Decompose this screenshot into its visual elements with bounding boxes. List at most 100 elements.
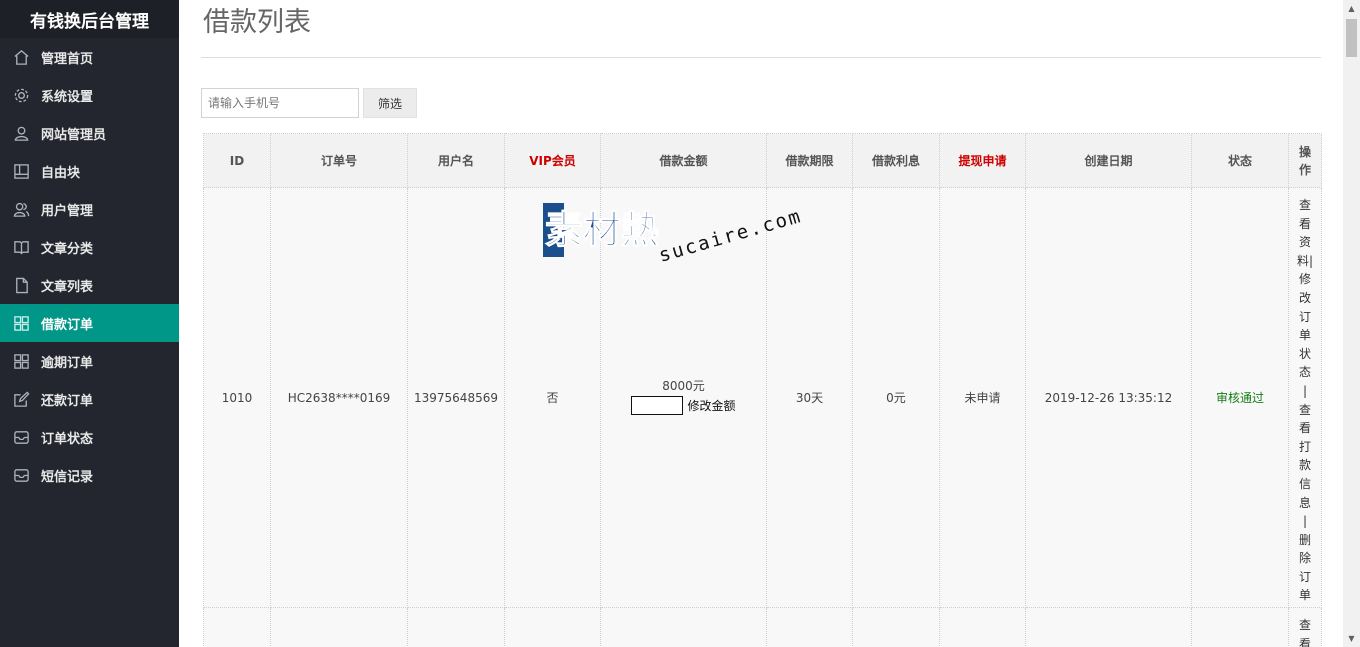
op-link-char[interactable]: 态: [1289, 363, 1321, 382]
amount-input[interactable]: [631, 396, 684, 415]
sidebar-item-6[interactable]: 文章分类: [0, 228, 179, 266]
col-header-id: ID: [203, 133, 271, 188]
sidebar-item-7[interactable]: 文章列表: [0, 266, 179, 304]
op-link-char[interactable]: 信: [1289, 475, 1321, 494]
table-row: 查看: [203, 607, 1322, 647]
sidebar-item-1[interactable]: 管理首页: [0, 38, 179, 76]
edit-icon: [12, 390, 30, 408]
sidebar-item-4[interactable]: 自由块: [0, 152, 179, 190]
scroll-thumb[interactable]: [1346, 19, 1357, 57]
main-content: 借款列表 筛选 ID 订单号 用户名 VIP会员 借款金额 借款期限 借款利息 …: [179, 0, 1343, 647]
modify-amount-button[interactable]: 修改金额: [687, 397, 735, 414]
sidebar-item-label: 管理首页: [41, 51, 94, 67]
cell-interest: [852, 607, 940, 647]
inbox-icon: [12, 428, 30, 446]
scroll-up-arrow-icon[interactable]: ▲: [1343, 0, 1360, 17]
op-link-char[interactable]: 除: [1289, 549, 1321, 568]
col-header-term: 借款期限: [766, 133, 853, 188]
cell-ops: 查看: [1288, 607, 1322, 647]
cell-term: [766, 607, 853, 647]
sidebar-item-label: 自由块: [41, 165, 81, 181]
cell-withdraw: [939, 607, 1026, 647]
sidebar-item-label: 还款订单: [41, 393, 94, 409]
users-icon: [12, 200, 30, 218]
gear-icon: [12, 86, 30, 104]
sidebar-item-5[interactable]: 用户管理: [0, 190, 179, 228]
phone-search-input[interactable]: [201, 88, 359, 118]
filter-button[interactable]: 筛选: [363, 88, 417, 118]
inbox-icon: [12, 466, 30, 484]
cell-username: 13975648569: [407, 187, 505, 608]
amount-value: 8000元: [662, 379, 705, 393]
sidebar-item-3[interactable]: 网站管理员: [0, 114, 179, 152]
cell-status: 审核通过: [1191, 187, 1289, 608]
sidebar-item-9[interactable]: 逾期订单: [0, 342, 179, 380]
sidebar-item-2[interactable]: 系统设置: [0, 76, 179, 114]
sidebar-nav: 管理首页系统设置网站管理员自由块用户管理文章分类文章列表借款订单逾期订单还款订单…: [0, 38, 179, 494]
grid-icon: [12, 314, 30, 332]
sidebar-item-label: 文章分类: [41, 241, 94, 257]
sidebar-item-label: 文章列表: [41, 279, 94, 295]
op-link-char[interactable]: |: [1289, 512, 1321, 531]
col-header-withdraw: 提现申请: [939, 133, 1026, 188]
cell-withdraw: 未申请: [939, 187, 1026, 608]
op-link-char[interactable]: 单: [1289, 586, 1321, 605]
col-header-amount: 借款金额: [600, 133, 767, 188]
sidebar-item-label: 逾期订单: [41, 355, 94, 371]
op-link-char[interactable]: 款: [1289, 456, 1321, 475]
op-link-char[interactable]: 看: [1289, 215, 1321, 234]
sidebar-item-11[interactable]: 订单状态: [0, 418, 179, 456]
col-header-interest: 借款利息: [852, 133, 940, 188]
cell-created: [1025, 607, 1192, 647]
sidebar-item-label: 系统设置: [41, 89, 94, 105]
file-icon: [12, 276, 30, 294]
page-scrollbar[interactable]: ▲ ▼: [1343, 0, 1360, 647]
watermark-logo: 素材熱 sucaire.com: [543, 203, 803, 267]
watermark-mark: 素材熱: [545, 208, 659, 252]
op-link-char[interactable]: 料|: [1289, 252, 1321, 271]
op-link-char[interactable]: 修: [1289, 270, 1321, 289]
op-link-char[interactable]: 息: [1289, 494, 1321, 513]
op-link-char[interactable]: 看: [1289, 635, 1321, 647]
op-link-char[interactable]: 看: [1289, 419, 1321, 438]
col-header-order-no: 订单号: [270, 133, 408, 188]
template-icon: [12, 162, 30, 180]
op-link-char[interactable]: 查: [1289, 401, 1321, 420]
col-header-ops: 操作: [1288, 133, 1322, 188]
grid-icon: [12, 352, 30, 370]
sidebar-item-label: 网站管理员: [41, 127, 107, 143]
cell-status: [1191, 607, 1289, 647]
sidebar-item-8[interactable]: 借款订单: [0, 304, 179, 342]
op-link-char[interactable]: 订: [1289, 308, 1321, 327]
op-link-char[interactable]: 查: [1289, 196, 1321, 215]
sidebar-item-label: 短信记录: [41, 469, 94, 485]
scroll-down-arrow-icon[interactable]: ▼: [1343, 630, 1360, 647]
cell-id: [203, 607, 271, 647]
op-link-char[interactable]: 资: [1289, 233, 1321, 252]
op-link-char[interactable]: 删: [1289, 531, 1321, 550]
op-link-char[interactable]: |: [1289, 382, 1321, 401]
sidebar: 有钱换后台管理 管理首页 系统设置 网站管理员 自由块 用户管理 文章分类 文章列表 借款订单…: [0, 0, 179, 647]
op-link-char[interactable]: 查: [1289, 616, 1321, 635]
watermark-domain: sucaire.com: [656, 205, 803, 267]
col-header-created: 创建日期: [1025, 133, 1192, 188]
sidebar-item-10[interactable]: 还款订单: [0, 380, 179, 418]
page-title: 借款列表: [203, 7, 311, 38]
cell-id: 1010: [203, 187, 271, 608]
cell-vip: [504, 607, 601, 647]
op-link-char[interactable]: 状: [1289, 345, 1321, 364]
book-icon: [12, 238, 30, 256]
sidebar-item-12[interactable]: 短信记录: [0, 456, 179, 494]
sidebar-item-label: 用户管理: [41, 203, 94, 219]
amount-edit: 修改金额: [631, 396, 736, 415]
sidebar-item-label: 借款订单: [41, 317, 94, 333]
sidebar-item-label: 订单状态: [41, 431, 94, 447]
col-header-vip: VIP会员: [504, 133, 601, 188]
cell-order-no: HC2638****0169: [270, 187, 408, 608]
op-link-char[interactable]: 打: [1289, 438, 1321, 457]
op-link-char[interactable]: 订: [1289, 568, 1321, 587]
op-link-char[interactable]: 单: [1289, 326, 1321, 345]
op-link-char[interactable]: 改: [1289, 289, 1321, 308]
col-header-username: 用户名: [407, 133, 505, 188]
cell-interest: 0元: [852, 187, 940, 608]
